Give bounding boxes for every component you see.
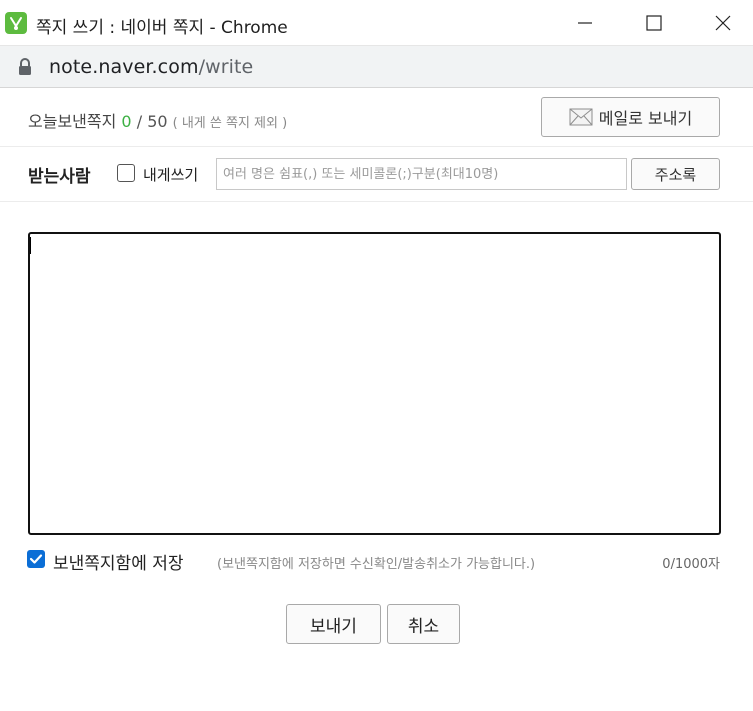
sent-today-info: 오늘보낸쪽지 0 / 50 ( 내게 쓴 쪽지 제외 ) — [28, 108, 287, 132]
send-button[interactable]: 보내기 — [286, 604, 381, 644]
minimize-icon — [578, 22, 592, 24]
sent-today-count: 0 — [121, 112, 132, 131]
window-title: 쪽지 쓰기 : 네이버 쪽지 - Chrome — [36, 18, 288, 38]
lock-icon — [19, 58, 31, 75]
recipient-row: 받는사람 내게쓰기 주소록 — [0, 146, 753, 202]
save-sent-note: (보낸쪽지함에 저장하면 수신확인/발송취소가 가능합니다.) — [217, 557, 536, 572]
text-caret — [30, 237, 31, 254]
send-to-self-label[interactable]: 내게쓰기 — [143, 164, 198, 185]
sent-today-separator: / — [136, 112, 143, 131]
checkmark-icon — [29, 554, 43, 564]
save-sent-label[interactable]: 보낸쪽지함에 저장 — [53, 549, 184, 574]
send-as-mail-label: 메일로 보내기 — [598, 109, 693, 128]
url-path: /write — [198, 56, 254, 78]
sent-today-label: 오늘보낸쪽지 — [28, 112, 117, 131]
recipient-label: 받는사람 — [28, 167, 91, 187]
url-text[interactable]: note.naver.com/write — [49, 56, 253, 78]
maximize-icon — [646, 15, 662, 31]
sent-today-note: ( 내게 쓴 쪽지 제외 ) — [172, 116, 288, 131]
naver-note-icon — [5, 12, 27, 34]
window-titlebar: 쪽지 쓰기 : 네이버 쪽지 - Chrome — [0, 0, 753, 46]
recipient-input[interactable] — [216, 158, 627, 190]
send-to-self-checkbox[interactable] — [117, 164, 135, 182]
address-book-button[interactable]: 주소록 — [631, 158, 720, 190]
minimize-button[interactable] — [562, 0, 608, 46]
sent-today-limit: 50 — [147, 112, 168, 131]
address-bar[interactable]: note.naver.com/write — [0, 46, 753, 88]
message-textarea[interactable] — [28, 232, 721, 535]
save-sent-checkbox[interactable] — [27, 550, 45, 568]
save-sent-row: 보낸쪽지함에 저장 (보낸쪽지함에 저장하면 수신확인/발송취소가 가능합니다.… — [0, 545, 753, 577]
cancel-button[interactable]: 취소 — [387, 604, 460, 644]
envelope-icon — [569, 108, 593, 126]
close-button[interactable] — [700, 0, 746, 46]
url-host: note.naver.com — [49, 56, 199, 78]
close-icon — [715, 15, 731, 31]
send-as-mail-button[interactable]: 메일로 보내기 — [541, 97, 720, 137]
character-counter: 0/1000자 — [662, 557, 720, 572]
sent-today-row: 오늘보낸쪽지 0 / 50 ( 내게 쓴 쪽지 제외 ) 메일로 보내기 — [0, 89, 753, 145]
maximize-button[interactable] — [631, 0, 677, 46]
